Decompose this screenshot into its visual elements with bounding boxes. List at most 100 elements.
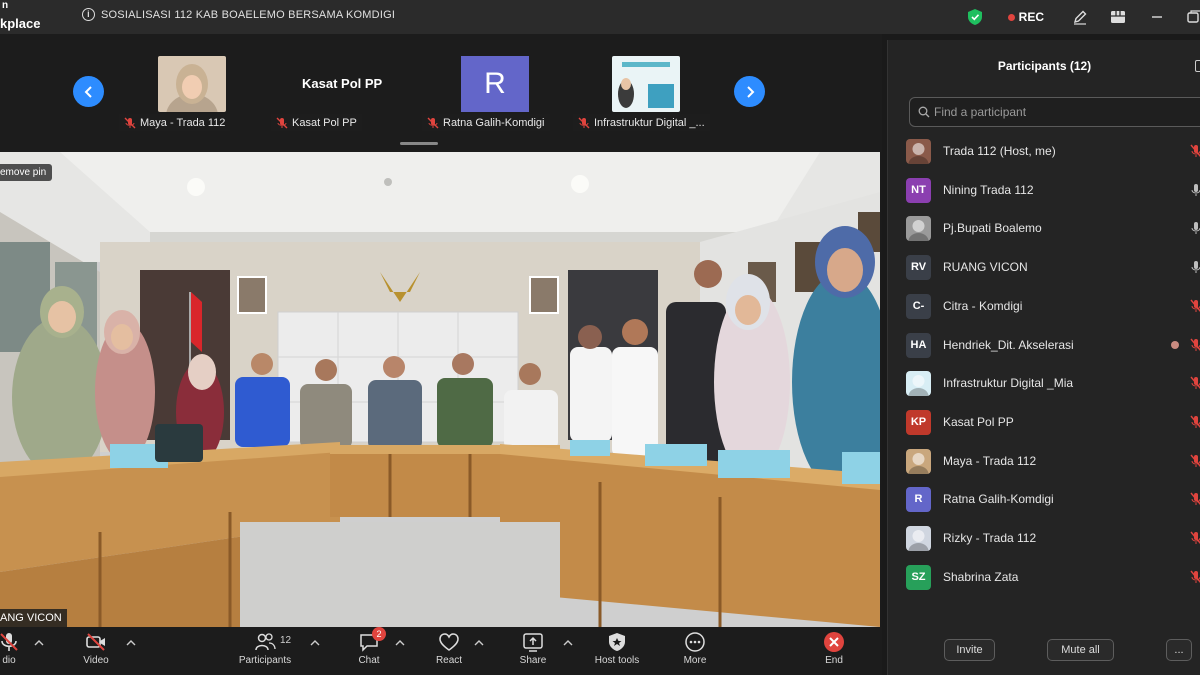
end-meeting-button[interactable]: End — [818, 631, 850, 675]
participants-options-chevron-icon[interactable] — [310, 639, 320, 647]
participant-row[interactable]: Rizky - Trada 112 — [888, 523, 1200, 553]
chat-unread-badge: 2 — [372, 627, 386, 641]
participant-name: Citra - Komdigi — [943, 299, 1023, 313]
participant-row[interactable]: HA Hendriek_Dit. Akselerasi — [888, 330, 1200, 360]
strip-prev-button[interactable] — [73, 76, 104, 107]
invite-button[interactable]: Invite — [944, 639, 995, 661]
info-icon[interactable]: i — [82, 8, 95, 21]
tile-avatar: R — [461, 56, 529, 112]
panel-header: Participants (12) — [888, 40, 1200, 92]
chat-icon: 2 — [358, 627, 386, 653]
share-options-chevron-icon[interactable] — [563, 639, 573, 647]
shield-icon[interactable] — [967, 9, 982, 25]
participant-avatar: RV — [906, 254, 931, 280]
participant-row[interactable]: C- Citra - Komdigi — [888, 291, 1200, 321]
mic-on-icon[interactable] — [1190, 221, 1200, 235]
mic-off-icon[interactable] — [1190, 299, 1200, 313]
tile-name: Ratna Galih-Komdigi — [443, 116, 545, 129]
heart-icon — [439, 633, 459, 651]
tile-name: Kasat Pol PP — [292, 116, 357, 129]
participants-panel: Participants (12) Trada 112 (Host, me) NT… — [887, 40, 1200, 675]
mic-off-icon[interactable] — [1190, 454, 1200, 468]
audio-options-chevron-icon[interactable] — [34, 639, 44, 647]
mic-off-icon[interactable] — [1190, 376, 1200, 390]
participant-name: RUANG VICON — [943, 260, 1028, 274]
participant-name: Trada 112 (Host, me) — [943, 144, 1056, 158]
mic-off-icon[interactable] — [1190, 144, 1200, 158]
host-shield-icon — [609, 633, 625, 651]
audio-button[interactable]: dio — [0, 631, 24, 675]
share-label: Share — [519, 655, 547, 666]
react-button[interactable]: React — [432, 631, 466, 675]
video-label: Video — [83, 655, 109, 666]
video-tile[interactable] — [612, 56, 702, 116]
participant-row[interactable]: Maya - Trada 112 — [888, 446, 1200, 476]
search-input[interactable] — [934, 105, 1194, 119]
recording-indicator[interactable]: REC — [1007, 10, 1044, 24]
participant-row[interactable]: Infrastruktur Digital _Mia — [888, 368, 1200, 398]
participants-button[interactable]: 12 Participants — [232, 631, 298, 675]
meeting-room-video-frame — [0, 152, 880, 627]
record-dot-icon — [1007, 13, 1015, 21]
mic-off-icon[interactable] — [1190, 415, 1200, 429]
chat-options-chevron-icon[interactable] — [395, 639, 405, 647]
participant-avatar: NT — [906, 177, 931, 203]
more-button[interactable]: More — [676, 631, 714, 675]
pinned-video[interactable]: emove pin ANG VICON — [0, 152, 880, 627]
popout-icon[interactable] — [1195, 60, 1200, 72]
chat-button[interactable]: 2 Chat — [354, 627, 386, 675]
search-icon — [918, 106, 930, 118]
share-button[interactable]: Share — [516, 631, 550, 675]
participant-row[interactable]: Trada 112 (Host, me) — [888, 136, 1200, 166]
participant-avatar: HA — [906, 332, 931, 358]
participant-name: Infrastruktur Digital _Mia — [943, 376, 1074, 390]
maximize-button[interactable] — [1186, 8, 1200, 26]
app-brand-line2: kplace — [0, 16, 41, 31]
participant-row[interactable]: R Ratna Galih-Komdigi — [888, 484, 1200, 514]
participant-video-photo — [158, 56, 226, 112]
chevron-right-icon — [746, 85, 754, 98]
mic-on-icon[interactable] — [1190, 183, 1200, 197]
mic-off-icon[interactable] — [1190, 492, 1200, 506]
panel-more-button[interactable]: ... — [1166, 639, 1192, 661]
participant-row[interactable]: SZ Shabrina Zata — [888, 562, 1200, 592]
chevron-left-icon — [84, 85, 92, 98]
mic-off-icon[interactable] — [1190, 338, 1200, 352]
participants-count: 12 — [280, 635, 292, 646]
mic-off-icon[interactable] — [1190, 570, 1200, 584]
participant-name: Maya - Trada 112 — [943, 454, 1037, 468]
participant-row[interactable]: RV RUANG VICON — [888, 252, 1200, 282]
tile-display-name: Kasat Pol PP — [302, 76, 383, 91]
participant-name: Shabrina Zata — [943, 570, 1019, 584]
react-options-chevron-icon[interactable] — [474, 639, 484, 647]
video-tile[interactable]: R — [461, 56, 551, 116]
mute-all-button[interactable]: Mute all — [1047, 639, 1114, 661]
video-tile[interactable] — [158, 56, 248, 116]
share-screen-icon — [523, 633, 543, 652]
minimize-button[interactable] — [1148, 8, 1166, 26]
video-button[interactable]: Video — [78, 631, 114, 675]
mic-off-icon[interactable] — [1190, 531, 1200, 545]
participant-row[interactable]: Pj.Bupati Boalemo — [888, 213, 1200, 243]
strip-scroll-indicator[interactable] — [400, 142, 438, 145]
video-options-chevron-icon[interactable] — [126, 639, 136, 647]
chat-label: Chat — [358, 655, 380, 666]
strip-next-button[interactable] — [734, 76, 765, 107]
video-tile[interactable]: Kasat Pol PP — [290, 56, 400, 116]
remove-pin-button[interactable]: emove pin — [0, 164, 53, 181]
mic-off-icon — [427, 117, 439, 128]
gallery-view-icon[interactable] — [1110, 9, 1126, 25]
tile-name-tag: Maya - Trada 112 — [119, 114, 231, 131]
host-tools-button[interactable]: Host tools — [588, 631, 646, 675]
participant-row[interactable]: NT Nining Trada 112 — [888, 175, 1200, 205]
participant-search[interactable] — [909, 97, 1200, 127]
activity-dot-icon — [1171, 341, 1179, 349]
app-brand-line1: n — [2, 2, 9, 10]
mic-on-icon[interactable] — [1190, 260, 1200, 274]
annotate-pencil-icon[interactable] — [1072, 9, 1088, 25]
participant-row[interactable]: KP Kasat Pol PP — [888, 407, 1200, 437]
tile-name: Infrastruktur Digital _... — [594, 116, 705, 129]
meeting-info[interactable]: i SOSIALISASI 112 KAB BOAELEMO BERSAMA K… — [82, 8, 395, 21]
participant-avatar — [906, 525, 931, 551]
more-label: More — [683, 655, 707, 666]
